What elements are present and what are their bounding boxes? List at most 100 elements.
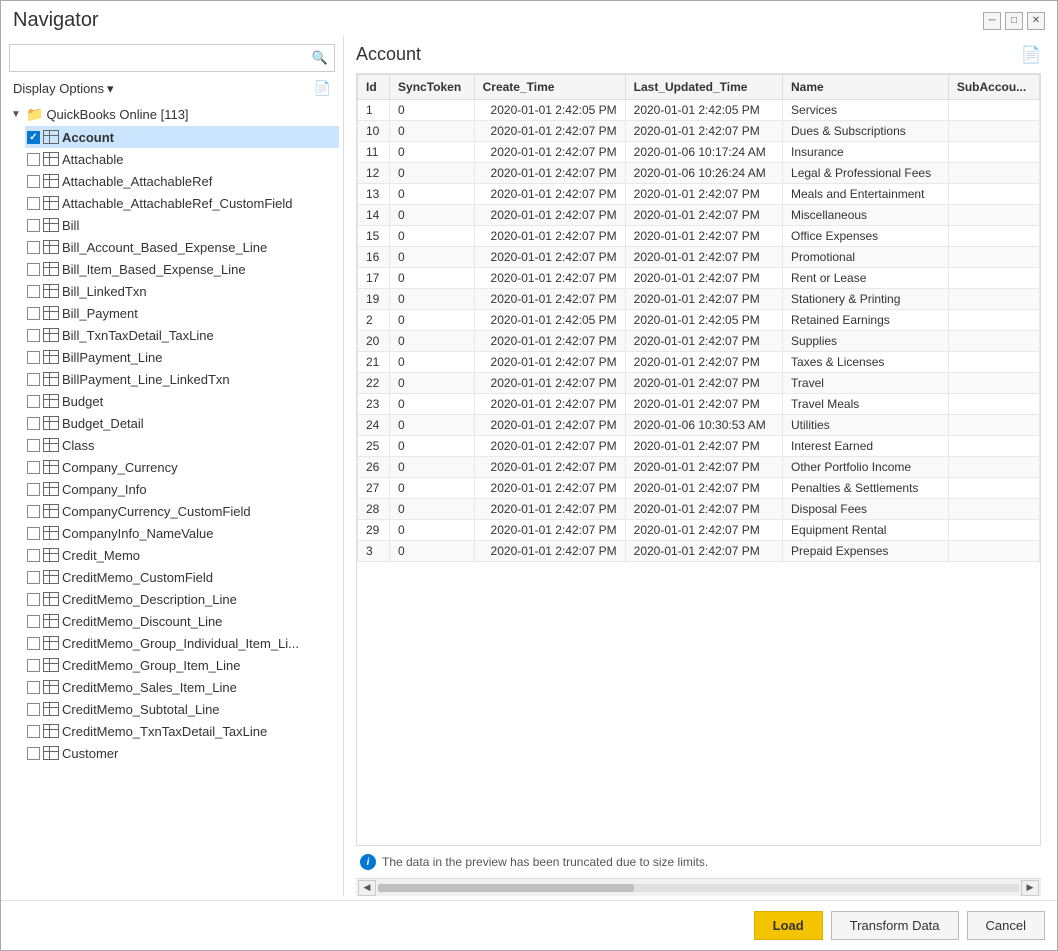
scroll-right-arrow[interactable]: ▶ <box>1021 880 1039 896</box>
tree-item-checkbox[interactable] <box>27 681 40 694</box>
load-button[interactable]: Load <box>754 911 823 940</box>
tree-item-checkbox[interactable] <box>27 461 40 474</box>
tree-item[interactable]: CreditMemo_Description_Line <box>25 588 339 610</box>
tree-item[interactable]: Customer <box>25 742 339 764</box>
tree-container[interactable]: ▼ 📁 QuickBooks Online [113] ✓AccountAtta… <box>9 103 339 896</box>
tree-item-checkbox[interactable] <box>27 197 40 210</box>
table-icon <box>43 174 59 188</box>
tree-item[interactable]: Budget_Detail <box>25 412 339 434</box>
table-scroll-area[interactable]: IdSyncTokenCreate_TimeLast_Updated_TimeN… <box>357 74 1040 845</box>
tree-item[interactable]: Bill_Payment <box>25 302 339 324</box>
tree-item-checkbox[interactable] <box>27 615 40 628</box>
table-row[interactable]: 1102020-01-01 2:42:07 PM2020-01-06 10:17… <box>358 142 1040 163</box>
tree-item[interactable]: Class <box>25 434 339 456</box>
tree-item[interactable]: CreditMemo_Discount_Line <box>25 610 339 632</box>
tree-item-checkbox[interactable] <box>27 725 40 738</box>
tree-item[interactable]: Bill_TxnTaxDetail_TaxLine <box>25 324 339 346</box>
refresh-icon-button[interactable]: 📄 <box>310 78 335 99</box>
tree-item-checkbox[interactable] <box>27 263 40 276</box>
tree-item[interactable]: Company_Info <box>25 478 339 500</box>
tree-item-checkbox[interactable] <box>27 703 40 716</box>
table-row[interactable]: 202020-01-01 2:42:05 PM2020-01-01 2:42:0… <box>358 310 1040 331</box>
table-row[interactable]: 2702020-01-01 2:42:07 PM2020-01-01 2:42:… <box>358 478 1040 499</box>
cell-synctoken: 0 <box>390 310 475 331</box>
tree-item[interactable]: Attachable_AttachableRef_CustomField <box>25 192 339 214</box>
table-row[interactable]: 2302020-01-01 2:42:07 PM2020-01-01 2:42:… <box>358 394 1040 415</box>
tree-item-checkbox[interactable] <box>27 351 40 364</box>
tree-item[interactable]: Bill_Account_Based_Expense_Line <box>25 236 339 258</box>
tree-item[interactable]: BillPayment_Line <box>25 346 339 368</box>
table-row[interactable]: 2402020-01-01 2:42:07 PM2020-01-06 10:30… <box>358 415 1040 436</box>
tree-item-checkbox[interactable] <box>27 307 40 320</box>
tree-item[interactable]: Bill <box>25 214 339 236</box>
tree-item-checkbox[interactable] <box>27 527 40 540</box>
export-icon[interactable]: 📄 <box>1021 45 1041 65</box>
tree-item[interactable]: CreditMemo_Group_Individual_Item_Li... <box>25 632 339 654</box>
tree-item-checkbox[interactable] <box>27 659 40 672</box>
table-row[interactable]: 1602020-01-01 2:42:07 PM2020-01-01 2:42:… <box>358 247 1040 268</box>
table-row[interactable]: 1702020-01-01 2:42:07 PM2020-01-01 2:42:… <box>358 268 1040 289</box>
table-row[interactable]: 2802020-01-01 2:42:07 PM2020-01-01 2:42:… <box>358 499 1040 520</box>
tree-item-checkbox[interactable] <box>27 549 40 562</box>
scroll-track[interactable] <box>378 884 1019 892</box>
table-row[interactable]: 2602020-01-01 2:42:07 PM2020-01-01 2:42:… <box>358 457 1040 478</box>
tree-item[interactable]: BillPayment_Line_LinkedTxn <box>25 368 339 390</box>
tree-item[interactable]: Attachable_AttachableRef <box>25 170 339 192</box>
table-row[interactable]: 1302020-01-01 2:42:07 PM2020-01-01 2:42:… <box>358 184 1040 205</box>
tree-item-checkbox[interactable] <box>27 395 40 408</box>
table-row[interactable]: 2102020-01-01 2:42:07 PM2020-01-01 2:42:… <box>358 352 1040 373</box>
tree-item-checkbox[interactable] <box>27 241 40 254</box>
table-row[interactable]: 1402020-01-01 2:42:07 PM2020-01-01 2:42:… <box>358 205 1040 226</box>
table-row[interactable]: 1902020-01-01 2:42:07 PM2020-01-01 2:42:… <box>358 289 1040 310</box>
table-row[interactable]: 302020-01-01 2:42:07 PM2020-01-01 2:42:0… <box>358 541 1040 562</box>
close-button[interactable]: ✕ <box>1027 12 1045 30</box>
scroll-left-arrow[interactable]: ◀ <box>358 880 376 896</box>
search-input[interactable] <box>10 47 306 70</box>
tree-item[interactable]: ✓Account <box>25 126 339 148</box>
tree-item-checkbox[interactable] <box>27 285 40 298</box>
tree-item-checkbox[interactable] <box>27 483 40 496</box>
minimize-button[interactable]: ─ <box>983 12 1001 30</box>
tree-item[interactable]: CreditMemo_Group_Item_Line <box>25 654 339 676</box>
tree-item-checkbox[interactable] <box>27 637 40 650</box>
tree-item-checkbox[interactable] <box>27 505 40 518</box>
tree-item-checkbox[interactable] <box>27 571 40 584</box>
cancel-button[interactable]: Cancel <box>967 911 1045 940</box>
tree-item[interactable]: Budget <box>25 390 339 412</box>
tree-item-checkbox[interactable] <box>27 417 40 430</box>
tree-item[interactable]: Company_Currency <box>25 456 339 478</box>
search-button[interactable]: 🔍 <box>306 45 334 71</box>
table-row[interactable]: 1002020-01-01 2:42:07 PM2020-01-01 2:42:… <box>358 121 1040 142</box>
display-options-button[interactable]: Display Options ▾ <box>9 79 118 99</box>
table-row[interactable]: 1502020-01-01 2:42:07 PM2020-01-01 2:42:… <box>358 226 1040 247</box>
table-row[interactable]: 2002020-01-01 2:42:07 PM2020-01-01 2:42:… <box>358 331 1040 352</box>
transform-data-button[interactable]: Transform Data <box>831 911 959 940</box>
tree-item-checkbox[interactable] <box>27 593 40 606</box>
maximize-button[interactable]: □ <box>1005 12 1023 30</box>
cell-synctoken: 0 <box>390 184 475 205</box>
tree-item-checkbox[interactable] <box>27 175 40 188</box>
tree-item-checkbox[interactable] <box>27 747 40 760</box>
tree-item[interactable]: CompanyCurrency_CustomField <box>25 500 339 522</box>
table-row[interactable]: 1202020-01-01 2:42:07 PM2020-01-06 10:26… <box>358 163 1040 184</box>
tree-item-checkbox[interactable] <box>27 329 40 342</box>
table-row[interactable]: 2502020-01-01 2:42:07 PM2020-01-01 2:42:… <box>358 436 1040 457</box>
tree-root-item[interactable]: ▼ 📁 QuickBooks Online [113] <box>9 103 339 126</box>
tree-item-checkbox[interactable] <box>27 373 40 386</box>
table-row[interactable]: 2202020-01-01 2:42:07 PM2020-01-01 2:42:… <box>358 373 1040 394</box>
tree-item-checkbox[interactable] <box>27 153 40 166</box>
table-row[interactable]: 2902020-01-01 2:42:07 PM2020-01-01 2:42:… <box>358 520 1040 541</box>
tree-item[interactable]: Bill_Item_Based_Expense_Line <box>25 258 339 280</box>
tree-item[interactable]: CompanyInfo_NameValue <box>25 522 339 544</box>
tree-item-checkbox[interactable] <box>27 219 40 232</box>
table-row[interactable]: 102020-01-01 2:42:05 PM2020-01-01 2:42:0… <box>358 100 1040 121</box>
tree-item-checkbox[interactable]: ✓ <box>27 131 40 144</box>
tree-item[interactable]: CreditMemo_CustomField <box>25 566 339 588</box>
tree-item[interactable]: CreditMemo_TxnTaxDetail_TaxLine <box>25 720 339 742</box>
tree-item[interactable]: Attachable <box>25 148 339 170</box>
tree-item[interactable]: Bill_LinkedTxn <box>25 280 339 302</box>
tree-item[interactable]: Credit_Memo <box>25 544 339 566</box>
tree-item-checkbox[interactable] <box>27 439 40 452</box>
tree-item[interactable]: CreditMemo_Subtotal_Line <box>25 698 339 720</box>
tree-item[interactable]: CreditMemo_Sales_Item_Line <box>25 676 339 698</box>
